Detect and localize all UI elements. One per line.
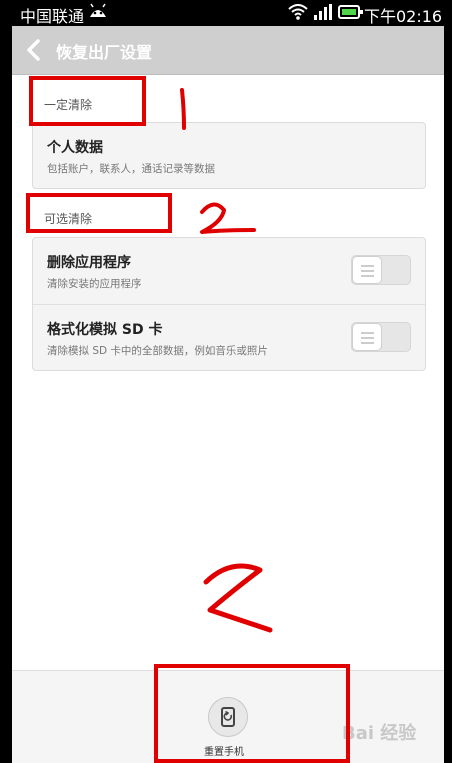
format-sd-toggle[interactable] bbox=[351, 322, 411, 352]
annotation-mark-2 bbox=[200, 202, 256, 234]
factory-reset-screen: 恢复出厂设置 一定清除 个人数据 包括账户，联系人，通话记录等数据 可选清除 删… bbox=[12, 26, 444, 763]
item-description: 清除模拟 SD 卡中的全部数据，例如音乐或照片 bbox=[47, 345, 268, 357]
annotation-box-2 bbox=[26, 193, 172, 233]
status-bar: 中国联通 下午02:16 bbox=[0, 0, 452, 26]
back-arrow-icon[interactable] bbox=[22, 38, 46, 62]
toggle-knob bbox=[352, 323, 382, 351]
item-title: 删除应用程序 bbox=[47, 255, 131, 271]
clock: 下午02:16 bbox=[364, 7, 443, 26]
annotation-box-3 bbox=[154, 664, 350, 763]
optional-card: 删除应用程序 清除安装的应用程序 格式化模拟 SD 卡 清除模拟 SD 卡中的全… bbox=[32, 237, 426, 371]
item-title: 个人数据 bbox=[47, 140, 103, 156]
list-item-format-sd[interactable]: 格式化模拟 SD 卡 清除模拟 SD 卡中的全部数据，例如音乐或照片 bbox=[33, 305, 425, 371]
item-title: 格式化模拟 SD 卡 bbox=[47, 322, 163, 338]
toggle-knob bbox=[352, 256, 382, 284]
item-description: 包括账户，联系人，通话记录等数据 bbox=[47, 163, 215, 175]
wifi-icon bbox=[288, 4, 308, 20]
item-description: 清除安装的应用程序 bbox=[47, 278, 142, 290]
android-notification-icon bbox=[90, 3, 106, 17]
annotation-box-1 bbox=[29, 76, 146, 126]
signal-icon bbox=[314, 4, 332, 20]
required-card: 个人数据 包括账户，联系人，通话记录等数据 bbox=[32, 122, 426, 189]
delete-apps-toggle[interactable] bbox=[351, 255, 411, 285]
battery-icon bbox=[338, 5, 363, 19]
carrier-name: 中国联通 bbox=[20, 7, 85, 26]
list-item-delete-apps[interactable]: 删除应用程序 清除安装的应用程序 bbox=[33, 238, 425, 304]
annotation-mark-1 bbox=[180, 88, 186, 130]
page-title: 恢复出厂设置 bbox=[56, 43, 153, 62]
title-bar: 恢复出厂设置 bbox=[12, 26, 444, 75]
annotation-mark-3 bbox=[203, 563, 273, 633]
watermark: Bai 经验 bbox=[342, 723, 417, 744]
list-item-personal-data[interactable]: 个人数据 包括账户，联系人，通话记录等数据 bbox=[33, 123, 425, 189]
